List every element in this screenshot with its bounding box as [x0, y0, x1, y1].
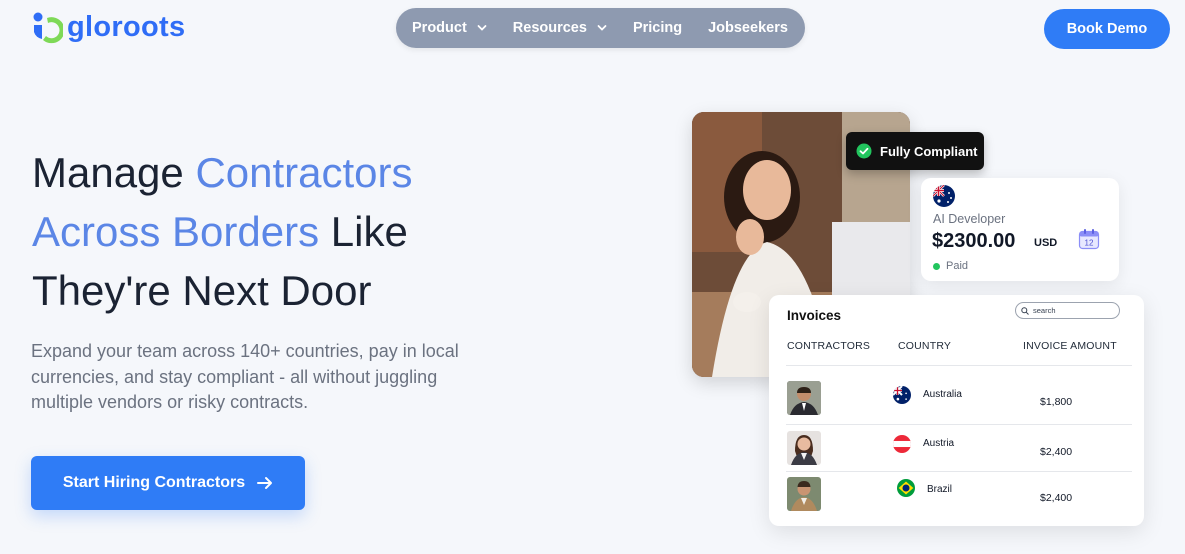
nav-item-label: Resources — [512, 20, 587, 36]
australia-flag-icon — [933, 185, 955, 207]
gloroots-logo-icon — [31, 10, 65, 44]
start-hiring-label: Start Hiring Contractors — [62, 474, 246, 491]
compliant-label: Fully Compliant — [880, 143, 978, 159]
brand-name: gloroots — [67, 10, 186, 43]
nav-item-pricing[interactable]: Pricing — [633, 20, 682, 36]
row-amount: $2,400 — [1040, 492, 1073, 504]
nav-item-label: Jobseekers — [708, 20, 788, 36]
avatar — [787, 381, 821, 415]
hero-title-accent: Across Borders — [32, 208, 320, 255]
hero-subtitle: Expand your team across 140+ countries, … — [31, 341, 459, 412]
brand-logo[interactable]: gloroots — [31, 10, 185, 44]
nav-item-label: Pricing — [632, 20, 683, 36]
main-nav: Product Resources Pricing Jobseekers — [396, 8, 805, 48]
row-amount: $2,400 — [1040, 446, 1073, 458]
column-header-contractors: CONTRACTORS — [787, 340, 871, 352]
book-demo-button[interactable]: Book Demo — [1044, 9, 1170, 49]
table-row[interactable]: Australia $1,800 — [769, 379, 1144, 419]
chevron-down-icon — [477, 25, 487, 31]
fully-compliant-badge: Fully Compliant — [846, 132, 984, 170]
nav-item-label: Product — [412, 20, 467, 36]
payment-amount: $2300.00 — [932, 230, 1016, 252]
invoices-card: Invoices search CONTRACTORS COUNTRY INVO… — [769, 295, 1144, 526]
search-placeholder: search — [1033, 306, 1056, 315]
invoices-search-input[interactable]: search — [1015, 302, 1120, 319]
chevron-down-icon — [597, 25, 607, 31]
payment-currency: USD — [1034, 237, 1058, 249]
payment-role: AI Developer — [933, 212, 1006, 226]
australia-flag-icon — [893, 386, 911, 404]
arrow-right-icon — [257, 477, 273, 489]
brazil-flag-icon — [897, 479, 915, 497]
table-row[interactable]: Austria $2,400 — [769, 429, 1144, 469]
calendar-icon: 12 — [1078, 229, 1100, 250]
hero-title: Manage Contractors Across Borders Like T… — [32, 143, 502, 320]
hero-title-part: Manage — [32, 149, 196, 196]
nav-item-jobseekers[interactable]: Jobseekers — [708, 20, 788, 36]
start-hiring-button[interactable]: Start Hiring Contractors — [31, 456, 305, 510]
row-amount: $1,800 — [1040, 396, 1073, 408]
payment-status-label: Paid — [946, 260, 969, 272]
hero-title-part: They're Next Door — [32, 267, 372, 314]
search-icon — [1021, 306, 1029, 315]
hero-title-part: Like — [319, 208, 408, 255]
nav-item-product[interactable]: Product — [412, 20, 487, 36]
calendar-day: 12 — [1085, 239, 1094, 248]
hero-title-accent: Contractors — [195, 149, 413, 196]
row-country: Australia — [923, 389, 962, 400]
payment-status: Paid — [933, 260, 968, 272]
divider — [786, 424, 1132, 425]
avatar — [787, 431, 821, 465]
status-dot-icon — [933, 262, 940, 270]
divider — [786, 365, 1132, 366]
avatar — [787, 477, 821, 511]
row-country: Austria — [923, 438, 955, 449]
divider — [786, 471, 1132, 472]
invoices-title: Invoices — [787, 308, 842, 323]
table-row[interactable]: Brazil $2,400 — [769, 476, 1144, 516]
payment-card: AI Developer $2300.00 USD Paid 12 — [921, 178, 1119, 281]
column-header-country: COUNTRY — [898, 340, 952, 352]
nav-item-resources[interactable]: Resources — [513, 20, 607, 36]
row-country: Brazil — [927, 484, 953, 495]
check-circle-icon — [856, 143, 872, 159]
austria-flag-icon — [893, 435, 911, 453]
column-header-amount: INVOICE AMOUNT — [1023, 340, 1117, 352]
